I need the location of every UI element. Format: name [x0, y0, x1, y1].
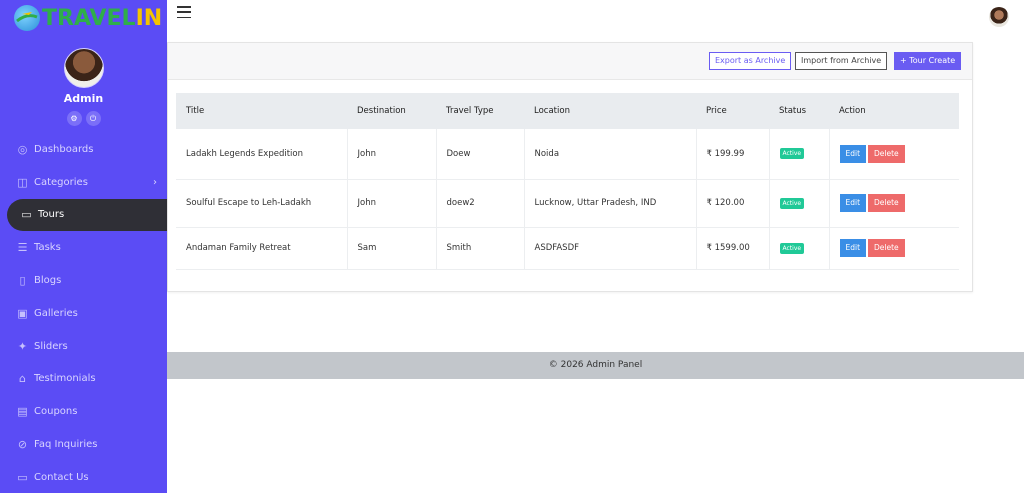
categories-icon: ◫: [17, 175, 28, 189]
export-archive-button[interactable]: Export as Archive: [709, 52, 792, 70]
delete-button[interactable]: Delete: [868, 194, 905, 212]
sidebar-item-sliders[interactable]: ✦ Sliders: [0, 330, 167, 363]
cell-status: Active: [769, 227, 830, 269]
cell-destination: John: [347, 129, 437, 179]
column-header-status: Status: [779, 106, 807, 116]
sidebar-item-tasks[interactable]: ☰ Tasks: [0, 231, 167, 264]
sidebar-item-galleries[interactable]: ▣ Galleries: [0, 297, 167, 330]
profile-name: Admin: [63, 92, 104, 105]
contact-icon: ▭: [17, 470, 28, 484]
cell-price: ₹ 199.99: [696, 129, 770, 179]
delete-button[interactable]: Delete: [868, 239, 905, 257]
settings-icon[interactable]: ⚙: [66, 111, 82, 126]
globe-plane-icon: [14, 5, 40, 31]
table-header-row: Title Destination Travel Type Location P…: [176, 93, 959, 129]
status-badge: Active: [779, 148, 805, 160]
chevron-right-icon: ›: [153, 176, 157, 188]
cell-title: Soulful Escape to Leh-Ladakh: [176, 179, 348, 227]
menu-toggle-icon[interactable]: [177, 6, 191, 18]
cell-travel-type: Smith: [436, 227, 525, 269]
cell-location: Noida: [524, 129, 697, 179]
footer: © 2026 Admin Panel: [167, 352, 1024, 379]
card-header: Export as Archive Import from Archive + …: [168, 43, 972, 80]
edit-button[interactable]: Edit: [839, 144, 867, 163]
status-badge: Active: [779, 242, 805, 254]
cell-price: ₹ 1599.00: [696, 227, 770, 269]
dashboard-icon: ◎: [17, 142, 28, 156]
sidebar-item-dashboards[interactable]: ◎ Dashboards: [0, 133, 167, 166]
cell-price: ₹ 120.00: [696, 179, 770, 227]
sidebar-item-tours[interactable]: ▭ Tours: [7, 198, 167, 232]
cell-travel-type: Doew: [436, 129, 525, 179]
cell-destination: Sam: [347, 227, 437, 269]
cell-status: Active: [769, 129, 830, 179]
power-icon[interactable]: ⏻: [85, 111, 101, 126]
edit-button[interactable]: Edit: [839, 194, 867, 212]
cell-destination: John: [347, 179, 437, 227]
profile-panel: Admin ⚙ ⏻: [0, 48, 167, 126]
sidebar-item-contact-us[interactable]: ▭ Contact Us: [0, 461, 167, 494]
faq-icon: ⊘: [17, 438, 28, 452]
sidebar: TRAVELIN Admin ⚙ ⏻ ◎ Dashboards ◫ Categori…: [0, 0, 167, 493]
cell-title: Andaman Family Retreat: [176, 227, 348, 269]
column-header-title: Title: [186, 106, 205, 116]
cell-location: ASDFASDF: [524, 227, 697, 269]
import-archive-button[interactable]: Import from Archive: [795, 52, 888, 70]
column-header-destination: Destination: [357, 106, 406, 116]
tasks-icon: ☰: [17, 241, 28, 255]
cell-title: Ladakh Legends Expedition: [176, 129, 348, 179]
delete-button[interactable]: Delete: [868, 144, 905, 163]
tours-icon: ▭: [21, 208, 32, 222]
blogs-icon: ▯: [19, 274, 26, 288]
table-row: Ladakh Legends Expedition John Doew Noid…: [176, 129, 959, 179]
testimonials-icon: ⌂: [19, 372, 26, 386]
sliders-icon: ✦: [17, 339, 28, 353]
cell-action: Edit Delete: [829, 129, 959, 179]
brand-name: TRAVELIN: [42, 5, 163, 31]
cell-travel-type: doew2: [436, 179, 525, 227]
brand-logo[interactable]: TRAVELIN: [14, 4, 162, 32]
avatar[interactable]: [63, 48, 104, 88]
column-header-price: Price: [706, 106, 727, 116]
tours-card: Export as Archive Import from Archive + …: [167, 42, 973, 292]
sidebar-menu: ◎ Dashboards ◫ Categories › ▭ Tours ☰ Tasks ▯…: [0, 133, 167, 494]
cell-action: Edit Delete: [829, 227, 959, 269]
status-badge: Active: [779, 197, 805, 209]
sidebar-item-coupons[interactable]: ▤ Coupons: [0, 395, 167, 428]
edit-button[interactable]: Edit: [839, 239, 867, 257]
sidebar-item-categories[interactable]: ◫ Categories ›: [0, 166, 167, 199]
sidebar-item-faq-inquiries[interactable]: ⊘ Faq Inquiries: [0, 428, 167, 461]
sidebar-item-blogs[interactable]: ▯ Blogs: [0, 264, 167, 297]
user-avatar[interactable]: [989, 7, 1009, 27]
topbar: [167, 0, 1024, 35]
tours-table: Title Destination Travel Type Location P…: [176, 93, 959, 270]
column-header-location: Location: [534, 106, 570, 116]
sidebar-item-testimonials[interactable]: ⌂ Testimonials: [0, 363, 167, 396]
galleries-icon: ▣: [17, 306, 28, 320]
table-row: Andaman Family Retreat Sam Smith ASDFASD…: [176, 227, 959, 269]
cell-location: Lucknow, Uttar Pradesh, IND: [524, 179, 697, 227]
column-header-travel-type: Travel Type: [446, 106, 494, 116]
cell-status: Active: [769, 179, 830, 227]
coupons-icon: ▤: [17, 405, 28, 419]
table-row: Soulful Escape to Leh-Ladakh John doew2 …: [176, 179, 959, 227]
cell-action: Edit Delete: [829, 179, 959, 227]
tour-create-button[interactable]: + Tour Create: [894, 52, 962, 70]
column-header-action: Action: [839, 106, 866, 116]
